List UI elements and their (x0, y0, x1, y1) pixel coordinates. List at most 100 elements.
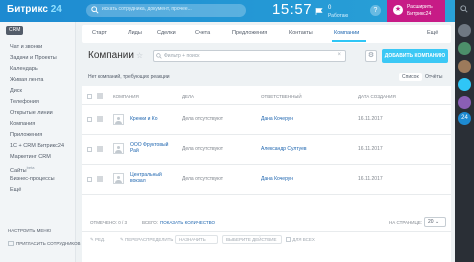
tab-companies[interactable]: Компании (334, 30, 359, 36)
sidebar-item-tasks[interactable]: Задачи и Проекты (10, 55, 57, 61)
row-menu-icon[interactable] (97, 176, 103, 182)
avatar[interactable] (458, 24, 471, 37)
column-header-company[interactable]: Компания (113, 94, 139, 99)
assign-button[interactable]: Назначить (175, 235, 218, 244)
column-header-responsible[interactable]: Ответственный (261, 94, 302, 99)
sidebar-item-company[interactable]: Компания (10, 121, 35, 127)
filter-search-input[interactable]: Фильтр + поиск × (153, 50, 346, 62)
for-all-checkbox[interactable] (286, 237, 291, 243)
sidebar-item-apps[interactable]: Приложения (10, 132, 42, 138)
divider (82, 164, 451, 165)
clock[interactable]: 15:57 (272, 1, 312, 18)
column-header-date[interactable]: Дата создания (358, 94, 396, 99)
tasks-count: 0 (328, 5, 332, 11)
recalc-action[interactable]: ✎ Перераспределить (120, 237, 173, 243)
column-header-deals[interactable]: Дела (182, 94, 194, 99)
tab-deals[interactable]: Сделки (157, 30, 176, 36)
add-company-button[interactable]: Добавить компанию (382, 49, 448, 63)
left-sidebar: CRM Чат и звонки Задачи и Проекты Календ… (0, 22, 81, 262)
avatar[interactable] (458, 96, 471, 109)
logo-number: 24 (50, 4, 62, 15)
responsible-link[interactable]: Дана Кочерун (261, 116, 293, 122)
flag-icon[interactable] (315, 8, 323, 15)
sidebar-item-disk[interactable]: Диск (10, 88, 22, 94)
page-title: Компании (88, 50, 134, 61)
select-all-checkbox[interactable] (87, 94, 92, 99)
counter-message: Нет компаний, требующих реакции (88, 74, 170, 80)
responsible-link[interactable]: Дана Кочерун (261, 176, 293, 182)
show-count-link[interactable]: Показать количество (160, 220, 215, 225)
sidebar-item-1c[interactable]: 1С + CRM Битрикс24 (10, 143, 64, 149)
company-link[interactable]: Центральный вокзал (130, 172, 170, 184)
tab-quotes[interactable]: Предложения (232, 30, 267, 36)
row-checkbox[interactable] (87, 177, 92, 182)
company-logo-icon (113, 173, 124, 184)
logo[interactable]: Битрикс 24 (7, 4, 62, 15)
company-link[interactable]: ООО Фруктовый Рай (130, 142, 170, 154)
upgrade-button[interactable]: ★ Расширить Битрикс24 (387, 0, 445, 22)
invite-users-link[interactable]: Пригласить сотрудников (8, 241, 81, 247)
sidebar-item-calendar[interactable]: Календарь (10, 66, 38, 72)
avatar[interactable] (458, 42, 471, 55)
filter-search-icon (156, 53, 162, 59)
row-menu-icon[interactable] (97, 116, 103, 122)
bitrix-icon[interactable]: 24 (458, 112, 471, 125)
edit-action[interactable]: ✎ Ред. (90, 237, 105, 243)
setup-menu-link[interactable]: Настроить меню (8, 228, 51, 233)
sidebar-item-more[interactable]: Ещё (10, 187, 21, 193)
sidebar-item-open-lines[interactable]: Открытые линии (10, 110, 53, 116)
work-status[interactable]: Работаю (328, 13, 348, 19)
tab-leads[interactable]: Лиды (128, 30, 142, 36)
sidebar-item-marketing[interactable]: Маркетинг CRM (10, 154, 51, 160)
view-switch-reports[interactable]: Отчёты (425, 74, 442, 80)
company-logo-icon (113, 114, 124, 125)
company-logo-icon (113, 143, 124, 154)
pencil-icon: ✎ (120, 237, 124, 242)
active-tab-indicator (332, 40, 366, 42)
search-icon (91, 6, 99, 14)
star-icon[interactable]: ☆ (136, 51, 143, 60)
sidebar-item-bizproc[interactable]: Бизнес-процессы (10, 176, 55, 182)
avatar[interactable] (458, 60, 471, 73)
upgrade-line2: Битрикс24 (407, 11, 432, 17)
settings-icon[interactable] (97, 93, 103, 99)
tab-invoices[interactable]: Счета (195, 30, 210, 36)
close-icon[interactable]: × (337, 52, 341, 58)
tab-contacts[interactable]: Контакты (289, 30, 313, 36)
sidebar-item-sites[interactable]: Сайтыbeta (10, 165, 34, 174)
per-page-value: 20 (428, 219, 434, 225)
gear-icon[interactable]: ⚙ (365, 50, 377, 62)
search-input[interactable]: искать сотрудника, документ, прочее... (86, 4, 246, 17)
main-content: Старт Лиды Сделки Счета Предложения Конт… (82, 22, 451, 262)
sidebar-item-telephony[interactable]: Телефония (10, 99, 39, 105)
row-menu-icon[interactable] (97, 146, 103, 152)
action-select[interactable]: Выберите действие (222, 235, 282, 244)
upgrade-line1: Расширить (407, 4, 433, 10)
invite-icon (8, 241, 14, 247)
crm-badge[interactable]: CRM (6, 26, 24, 35)
row-checkbox[interactable] (87, 147, 92, 152)
row-checkbox[interactable] (87, 117, 92, 122)
for-all-toggle[interactable]: Для всех (286, 237, 315, 243)
per-page-select[interactable]: 20 ⌄ (424, 217, 446, 227)
chat-icon[interactable] (458, 78, 471, 91)
counter-bar: Нет компаний, требующих реакции Список О… (82, 72, 451, 85)
sidebar-item-sites-label: Сайты (10, 167, 27, 174)
sidebar-item-chat[interactable]: Чат и звонки (10, 44, 42, 50)
tab-more[interactable]: Ещё (427, 30, 438, 36)
help-button[interactable]: ? (370, 5, 381, 16)
action-panel: ✎ Ред. ✎ Перераспределить Назначить Выбе… (82, 231, 451, 247)
view-switch-list[interactable]: Список (399, 73, 422, 81)
selected-count: Отмечено: 0 / 3 (90, 220, 128, 225)
company-link[interactable]: Кренки и Ко (130, 116, 175, 122)
search-icon[interactable] (460, 5, 468, 13)
total-label: Всего: (142, 220, 159, 225)
sidebar-item-feed[interactable]: Живая лента (10, 77, 43, 83)
deals-cell: Дела отсутствуют (182, 116, 223, 122)
tab-start[interactable]: Старт (92, 30, 107, 36)
invite-label: Пригласить сотрудников (16, 241, 81, 246)
deals-cell: Дела отсутствуют (182, 146, 223, 152)
date-cell: 16.11.2017 (358, 116, 383, 122)
responsible-link[interactable]: Александр Султуев (261, 146, 307, 152)
search-placeholder: искать сотрудника, документ, прочее... (102, 6, 192, 12)
